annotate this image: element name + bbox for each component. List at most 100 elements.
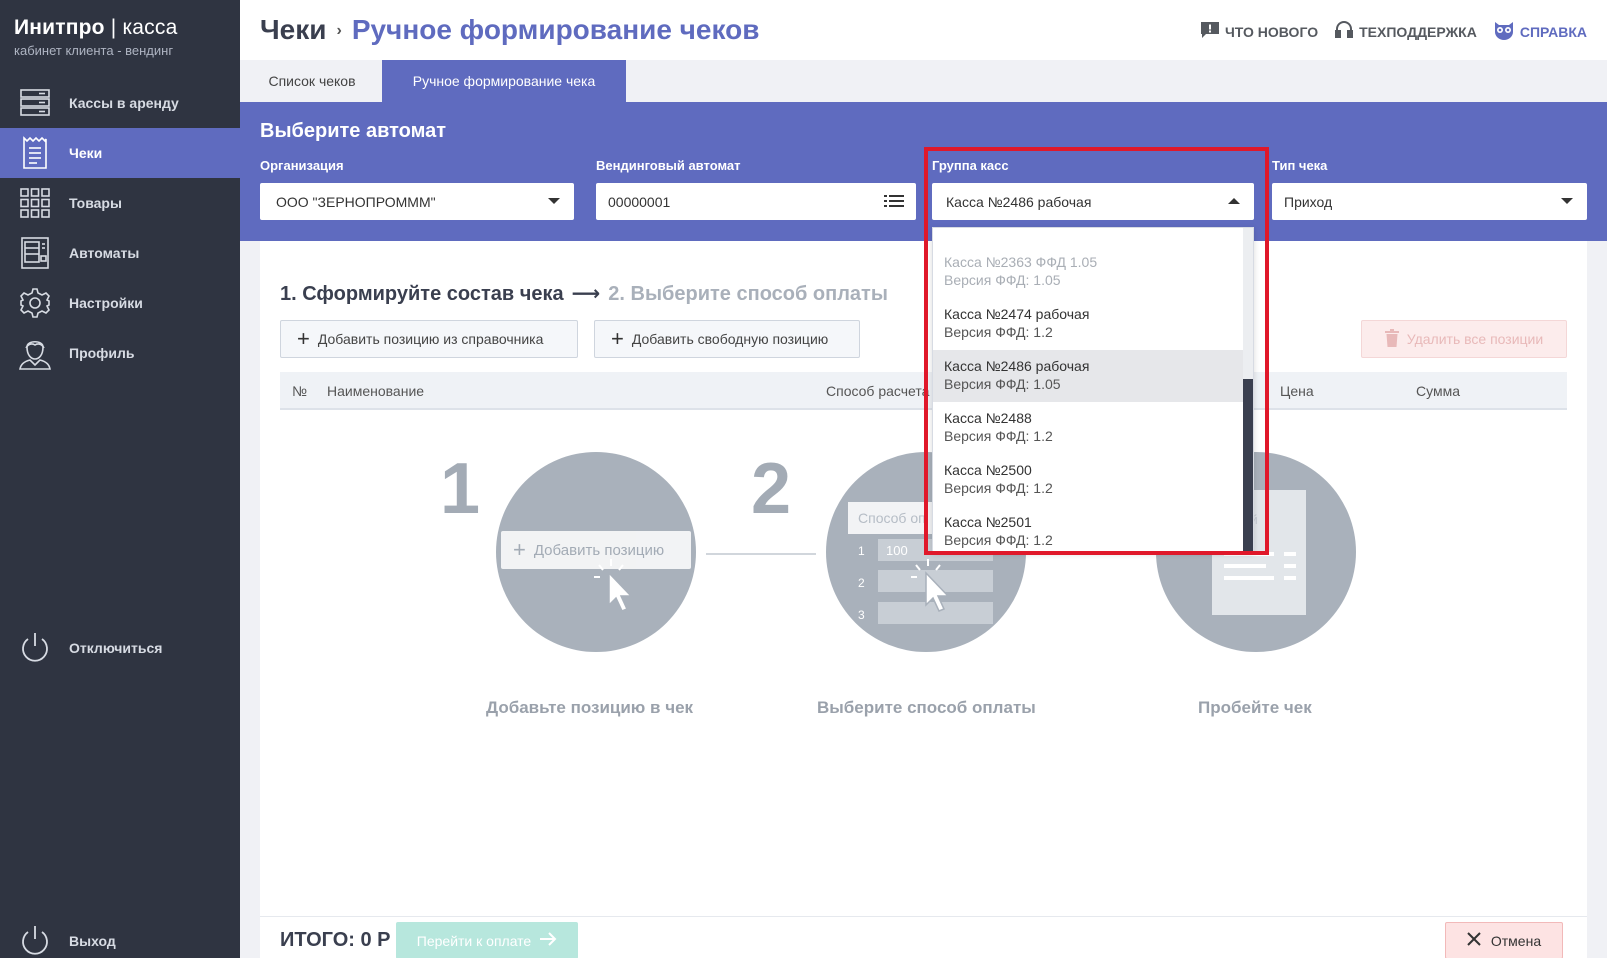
- step-1-label: 1. Сформируйте состав чека: [280, 283, 564, 305]
- add-free-position-button[interactable]: + Добавить свободную позицию: [594, 320, 860, 358]
- sidebar-item-rental-registers[interactable]: Кассы в аренду: [0, 78, 240, 128]
- sidebar-item-label: Настройки: [69, 295, 143, 311]
- caption-add-position: Добавьте позицию в чек: [486, 698, 694, 717]
- delete-all-label: Удалить все позиции: [1406, 331, 1544, 347]
- ffd-version: 1.2: [1033, 532, 1053, 548]
- dropdown-option[interactable]: Касса №2488 Версия ФФД: 1.2: [933, 402, 1243, 454]
- go-to-payment-label: Перейти к оплате: [416, 932, 532, 949]
- column-price: Цена: [1280, 383, 1314, 399]
- brand-name: Инитпро: [14, 16, 105, 39]
- tab-bar: Список чеков Ручное формирование чека: [240, 60, 1607, 102]
- option-name: Касса №2501: [944, 514, 1032, 530]
- tab-receipts-list[interactable]: Список чеков: [248, 60, 376, 102]
- option-name: Касса №2363 ФФД 1.05: [944, 254, 1098, 270]
- disconnect-label: Отключиться: [69, 640, 163, 656]
- cancel-label: Отмена: [1490, 932, 1542, 949]
- ffd-version: 1.2: [1033, 480, 1053, 496]
- illustration-row-index: 1: [858, 544, 865, 558]
- receipt-icon: [17, 135, 53, 171]
- logout-button[interactable]: Выход: [0, 916, 240, 958]
- footer-bar: ИТОГО: 0 Р Перейти к оплате Отмена: [260, 916, 1587, 958]
- add-from-catalog-button[interactable]: + Добавить позицию из справочника: [280, 320, 578, 358]
- breadcrumb-current: Ручное формирование чеков: [351, 14, 760, 45]
- go-to-payment-button[interactable]: Перейти к оплате: [396, 922, 578, 958]
- receipt-line: [1284, 552, 1296, 556]
- cancel-button[interactable]: Отмена: [1445, 922, 1563, 958]
- sidebar-item-goods[interactable]: Товары: [0, 178, 240, 228]
- brand-subtitle: кабинет клиента - вендинг: [14, 43, 174, 58]
- selector-title: Выберите автомат: [260, 120, 447, 142]
- disconnect-button[interactable]: Отключиться: [0, 623, 240, 673]
- dropdown-option: Касса №2363 ФФД 1.05 Версия ФФД: 1.05: [933, 246, 1243, 298]
- dropdown-scrollbar[interactable]: [1243, 228, 1253, 551]
- ffd-version: 1.2: [1033, 324, 1053, 340]
- sidebar-item-settings[interactable]: Настройки: [0, 278, 240, 328]
- org-value: ООО "ЗЕРНОПРОМММ": [276, 193, 436, 210]
- steps-heading: 1. Сформируйте состав чека ⟶ 2. Выберите с…: [280, 281, 888, 306]
- plus-icon: +: [297, 326, 310, 351]
- machine-value: 00000001: [608, 193, 671, 210]
- arrow-right-icon: ⟶: [571, 283, 601, 305]
- ffd-prefix: Версия ФФД:: [944, 324, 1034, 340]
- register-group-select[interactable]: Касса №2486 рабочая: [932, 183, 1254, 220]
- sidebar-item-label: Товары: [69, 195, 122, 211]
- sidebar-item-label: Кассы в аренду: [69, 95, 179, 111]
- step-connector: [706, 553, 816, 555]
- help-label: СПРАВКА: [1519, 23, 1587, 40]
- sidebar-item-profile[interactable]: Профиль: [0, 328, 240, 378]
- column-name: Наименование: [327, 383, 425, 399]
- receipt-line: [1224, 576, 1274, 580]
- receipt-line: [1284, 564, 1296, 568]
- support-label: ТЕХПОДДЕРЖКА: [1359, 23, 1477, 40]
- help-link[interactable]: СПРАВКА: [1493, 20, 1587, 43]
- brand-separator: |: [104, 16, 123, 39]
- option-name: Касса №2486 рабочая: [944, 358, 1090, 374]
- machine-selector-panel: Выберите автомат Организация ООО "ЗЕРНОП…: [240, 102, 1607, 241]
- whats-new-link[interactable]: ЧТО НОВОГО: [1200, 20, 1318, 43]
- sidebar-item-receipts[interactable]: Чеки: [0, 128, 240, 178]
- ffd-prefix: Версия ФФД:: [944, 376, 1034, 392]
- option-name: Касса №2500: [944, 462, 1032, 478]
- breadcrumb-separator-icon: ›: [336, 22, 342, 39]
- support-link[interactable]: ТЕХПОДДЕРЖКА: [1334, 20, 1477, 43]
- power-icon: [17, 630, 53, 666]
- dropdown-option-selected[interactable]: Касса №2486 рабочая Версия ФФД: 1.05: [933, 350, 1243, 402]
- breadcrumb-root[interactable]: Чеки: [260, 14, 326, 45]
- add-from-catalog-label: Добавить позицию из справочника: [317, 331, 544, 347]
- headset-icon: [1334, 20, 1354, 43]
- receipt-line: [1284, 576, 1296, 580]
- sidebar: Инитпро | касса кабинет клиента - вендин…: [0, 0, 240, 958]
- option-ffd: Версия ФФД: 1.2: [944, 428, 1243, 444]
- ffd-version: 1.05: [1033, 272, 1061, 288]
- add-position-illustration: + Добавить позицию: [496, 452, 696, 652]
- receipt-type-label: Тип чека: [1272, 158, 1328, 173]
- org-select[interactable]: ООО "ЗЕРНОПРОМММ": [260, 183, 574, 220]
- ffd-prefix: Версия ФФД:: [944, 272, 1034, 288]
- column-number: №: [292, 383, 308, 399]
- step-number-2: 2: [751, 449, 792, 529]
- page-title: Чеки › Ручное формирование чеков: [260, 14, 759, 46]
- receipt-type-select[interactable]: Приход: [1272, 183, 1587, 220]
- dropdown-option[interactable]: Касса №2474 рабочая Версия ФФД: 1.2: [933, 298, 1243, 350]
- dropdown-option[interactable]: Касса №2500 Версия ФФД: 1.2: [933, 454, 1243, 506]
- brand-logo[interactable]: Инитпро | касса кабинет клиента - вендин…: [14, 16, 177, 58]
- ffd-version: 1.2: [1033, 428, 1053, 444]
- total-amount: ИТОГО: 0 Р: [280, 929, 391, 951]
- ffd-version: 1.05: [1033, 376, 1061, 392]
- illustration-row-index: 3: [858, 608, 865, 622]
- owl-icon: [1493, 20, 1515, 43]
- dropdown-option[interactable]: Касса №2501 Версия ФФД: 1.2: [933, 506, 1243, 551]
- scrollbar-thumb[interactable]: [1243, 379, 1253, 551]
- register-group-dropdown[interactable]: Касса №2363 ФФД 1.05 Версия ФФД: 1.05 Ка…: [932, 227, 1254, 552]
- whats-new-label: ЧТО НОВОГО: [1224, 23, 1319, 40]
- machine-input[interactable]: 00000001: [596, 183, 916, 220]
- sidebar-item-machines[interactable]: Автоматы: [0, 228, 240, 278]
- plus-icon: +: [513, 537, 526, 562]
- option-name: Касса №2474 рабочая: [944, 306, 1090, 322]
- list-icon[interactable]: [884, 193, 904, 212]
- group-label: Группа касс: [932, 158, 1009, 173]
- plus-icon: +: [611, 326, 624, 351]
- tab-manual-receipt[interactable]: Ручное формирование чека: [382, 60, 626, 102]
- delete-all-button[interactable]: Удалить все позиции: [1361, 320, 1567, 358]
- brand-product: касса: [122, 16, 178, 39]
